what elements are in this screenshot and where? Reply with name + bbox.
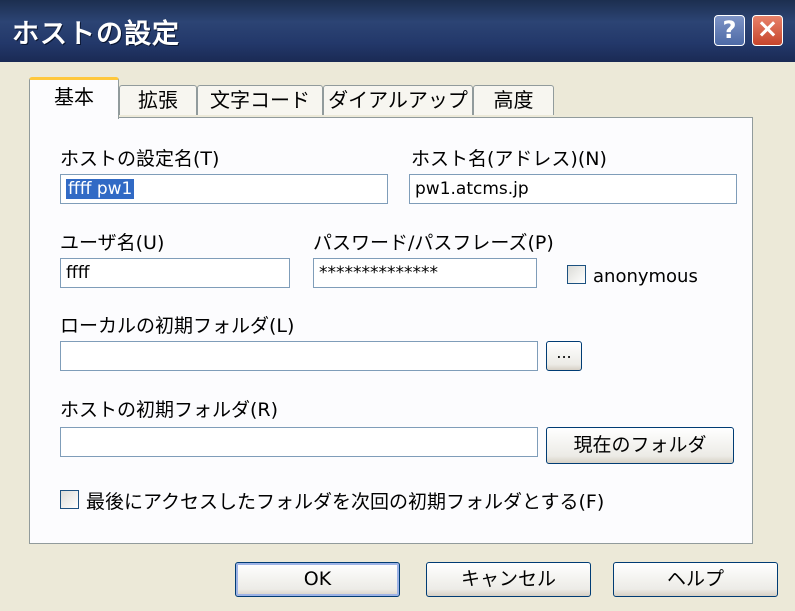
tab-charset[interactable]: 文字コード (197, 85, 323, 115)
password-input[interactable]: ************** (313, 258, 537, 288)
ok-button[interactable]: OK (235, 562, 400, 597)
close-button[interactable]: × (752, 15, 783, 46)
remember-last-folder-checkbox[interactable] (60, 490, 79, 509)
anonymous-label: anonymous (593, 266, 698, 287)
host-folder-input[interactable] (60, 427, 538, 457)
host-settings-dialog: ホストの設定 ? × 基本 拡張 文字コード ダイアルアップ 高度 ホストの設定… (0, 0, 795, 611)
host-name-label: ホスト名(アドレス)(N) (411, 148, 607, 170)
local-folder-input[interactable] (60, 341, 538, 371)
password-label: パスワード/パスフレーズ(P) (313, 232, 554, 254)
tab-extended[interactable]: 拡張 (119, 85, 197, 115)
help-button[interactable]: ヘルプ (613, 562, 778, 597)
host-setting-name-input[interactable]: ffff pw1 (60, 174, 388, 204)
anonymous-checkbox[interactable] (567, 265, 586, 284)
username-input[interactable]: ffff (60, 258, 290, 288)
remember-last-folder-label: 最後にアクセスしたフォルダを次回の初期フォルダとする(F) (86, 491, 605, 513)
host-name-input[interactable]: pw1.atcms.jp (409, 174, 737, 204)
window-title: ホストの設定 (12, 19, 180, 50)
host-setting-name-value: ffff pw1 (66, 179, 135, 199)
tab-advanced[interactable]: 高度 (473, 85, 554, 115)
host-folder-label: ホストの初期フォルダ(R) (60, 399, 279, 421)
cancel-button[interactable]: キャンセル (426, 562, 591, 597)
tab-basic[interactable]: 基本 (29, 77, 119, 119)
tab-panel: ホストの設定名(T) ffff pw1 ホスト名(アドレス)(N) pw1.at… (29, 117, 753, 544)
current-folder-button[interactable]: 現在のフォルダ (546, 427, 734, 464)
title-bar[interactable]: ホストの設定 ? × (0, 0, 795, 62)
host-setting-name-label: ホストの設定名(T) (60, 148, 220, 170)
help-title-button[interactable]: ? (714, 15, 745, 46)
local-folder-label: ローカルの初期フォルダ(L) (60, 315, 295, 337)
tab-dialup[interactable]: ダイアルアップ (323, 85, 473, 115)
username-label: ユーザ名(U) (60, 232, 165, 254)
browse-local-folder-button[interactable]: ... (546, 341, 582, 371)
